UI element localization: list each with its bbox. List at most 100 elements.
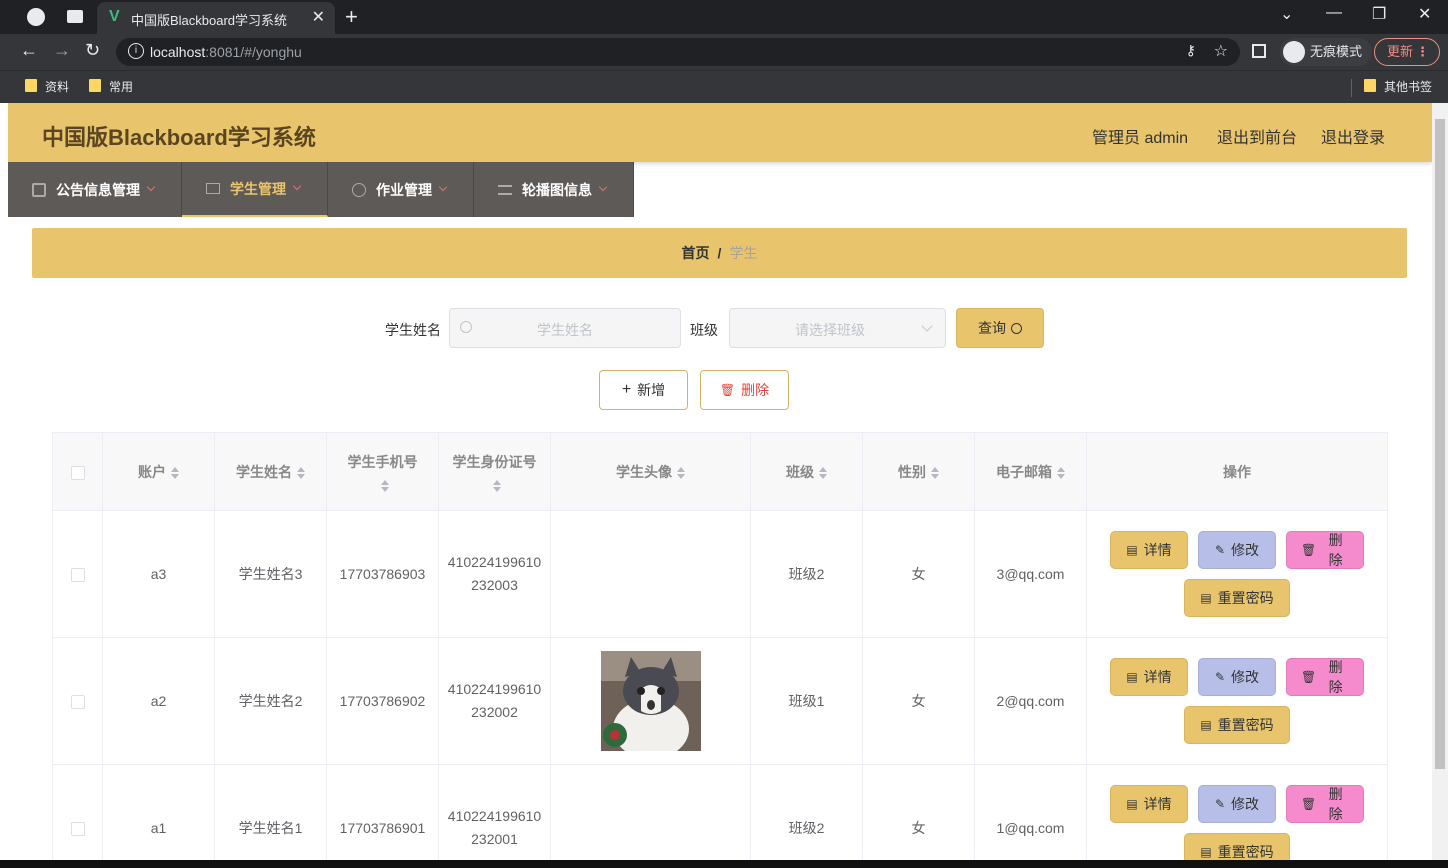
tab-search-icon[interactable]: ⌄ xyxy=(1280,4,1293,24)
side-panel-icon[interactable] xyxy=(1252,44,1266,58)
info-icon[interactable]: i xyxy=(128,43,144,59)
reset-password-button[interactable]: ▤ 重置密码 xyxy=(1184,833,1290,860)
sort-icon[interactable] xyxy=(931,466,939,479)
sort-icon[interactable] xyxy=(819,466,827,479)
row-checkbox[interactable] xyxy=(70,822,85,837)
logout-link[interactable]: 退出登录 xyxy=(1321,124,1385,148)
column-header[interactable]: 学生身份证号 xyxy=(438,432,551,511)
remove-button[interactable]: 🗑 删除 xyxy=(1286,785,1364,823)
incognito-indicator[interactable]: 无痕模式 xyxy=(1280,38,1373,66)
sort-icon[interactable] xyxy=(1057,466,1065,479)
scrollbar-thumb[interactable] xyxy=(1435,119,1445,769)
detail-button[interactable]: ▤ 详情 xyxy=(1110,658,1188,696)
remove-button[interactable]: 🗑 删除 xyxy=(1286,531,1364,569)
class-cell: 班级2 xyxy=(750,510,863,638)
breadcrumb: 首页 / 学生 xyxy=(32,228,1407,278)
key-icon[interactable]: ⚷ xyxy=(1186,42,1196,59)
breadcrumb-home[interactable]: 首页 xyxy=(682,245,710,261)
globe-icon[interactable] xyxy=(27,8,45,26)
folder-icon xyxy=(89,79,101,92)
page-scrollbar[interactable] xyxy=(1432,103,1448,860)
column-header[interactable]: 学生手机号 xyxy=(326,432,439,511)
email-cell: 1@qq.com xyxy=(974,764,1087,860)
search-icon xyxy=(1011,322,1022,334)
avatar-cell xyxy=(550,510,751,638)
admin-label: 管理员 admin xyxy=(1092,130,1189,147)
table-row: a3 学生姓名3 17703786903 410224199610232003 … xyxy=(52,510,1388,638)
breadcrumb-current: 学生 xyxy=(729,245,758,261)
student-avatar-image[interactable] xyxy=(600,651,701,751)
gender-cell: 女 xyxy=(862,764,975,860)
app-page: 中国版Blackboard学习系统 管理员 admin 退出到前台 退出登录 公… xyxy=(8,103,1432,860)
menu-item-carousel[interactable]: 轮播图信息 xyxy=(474,162,634,217)
document-icon: ▤ xyxy=(1126,543,1138,557)
detail-button[interactable]: ▤ 详情 xyxy=(1110,531,1188,569)
name-cell: 学生姓名3 xyxy=(214,510,327,638)
chevron-down-icon xyxy=(921,320,933,332)
chevron-down-icon xyxy=(146,182,156,191)
search-icon xyxy=(460,321,472,333)
close-window-icon[interactable]: ✕ xyxy=(1418,4,1431,24)
column-header[interactable]: 账户 xyxy=(102,432,215,511)
add-button[interactable]: + 新增 xyxy=(599,370,688,410)
select-all-checkbox[interactable] xyxy=(70,465,85,480)
reset-password-button[interactable]: ▤ 重置密码 xyxy=(1184,706,1290,744)
restore-icon[interactable]: ❐ xyxy=(1372,4,1386,24)
bookmark-folder[interactable]: 常用 xyxy=(89,78,133,95)
page-icon[interactable] xyxy=(67,10,83,23)
ops-cell: ▤ 详情 ✎ 修改 🗑 删除 ▤ 重置密码 xyxy=(1086,637,1388,765)
query-button[interactable]: 查询 xyxy=(956,308,1044,348)
main-content: 学生姓名 学生姓名 班级 请选择班级 查询 + 新增 🗑 删除 账户 学生姓名 … xyxy=(32,288,1407,860)
name-search-input[interactable]: 学生姓名 xyxy=(449,308,681,348)
remove-button[interactable]: 🗑 删除 xyxy=(1286,658,1364,696)
document-icon: ▤ xyxy=(1200,845,1212,859)
more-icon[interactable]: ⋮ xyxy=(1416,39,1429,65)
sort-icon[interactable] xyxy=(381,479,389,492)
star-icon[interactable]: ☆ xyxy=(1214,41,1228,61)
back-icon[interactable]: ← xyxy=(20,40,38,61)
edit-button[interactable]: ✎ 修改 xyxy=(1198,531,1276,569)
sort-icon[interactable] xyxy=(493,479,501,492)
delete-button[interactable]: 🗑 删除 xyxy=(700,370,789,410)
edit-button[interactable]: ✎ 修改 xyxy=(1198,785,1276,823)
minimize-icon[interactable]: — xyxy=(1326,4,1342,22)
menu-item-homework[interactable]: 作业管理 xyxy=(328,162,474,217)
tab-title: 中国版Blackboard学习系统 xyxy=(131,13,288,28)
menu-item-students[interactable]: 学生管理 xyxy=(182,162,328,217)
edit-button[interactable]: ✎ 修改 xyxy=(1198,658,1276,696)
clipboard-icon xyxy=(32,182,46,197)
column-header[interactable]: 班级 xyxy=(750,432,863,511)
column-header[interactable]: 学生姓名 xyxy=(214,432,327,511)
folder-icon xyxy=(1364,79,1376,92)
sort-icon[interactable] xyxy=(171,466,179,479)
class-label: 班级 xyxy=(690,322,718,338)
column-header[interactable]: 性别 xyxy=(862,432,975,511)
table-row: a2 学生姓名2 17703786902 410224199610232002 xyxy=(52,637,1388,765)
class-select[interactable]: 请选择班级 xyxy=(729,308,946,348)
sort-icon[interactable] xyxy=(677,466,685,479)
column-header[interactable]: 电子邮箱 xyxy=(974,432,1087,511)
add-label: 新增 xyxy=(637,382,666,398)
trash-icon: 🗑 xyxy=(1301,797,1317,811)
row-checkbox[interactable] xyxy=(70,568,85,583)
update-button[interactable]: 更新 ⋮ xyxy=(1374,38,1440,66)
gender-cell: 女 xyxy=(862,510,975,638)
other-bookmarks[interactable]: 其他书签 xyxy=(1364,78,1432,95)
row-checkbox[interactable] xyxy=(70,695,85,710)
column-header[interactable]: 学生头像 xyxy=(550,432,751,511)
sort-icon[interactable] xyxy=(297,466,305,479)
new-tab-icon[interactable]: + xyxy=(345,4,358,30)
detail-button[interactable]: ▤ 详情 xyxy=(1110,785,1188,823)
forward-icon[interactable]: → xyxy=(53,40,71,61)
address-bar[interactable]: i localhost:8081/#/yonghu ⚷ ☆ xyxy=(116,38,1240,66)
close-tab-icon[interactable]: ✕ xyxy=(312,7,325,27)
class-placeholder: 请选择班级 xyxy=(795,322,865,338)
bookmark-folder[interactable]: 资料 xyxy=(25,78,69,95)
menu-item-notice[interactable]: 公告信息管理 xyxy=(8,162,182,217)
back-to-front-link[interactable]: 退出到前台 xyxy=(1217,124,1297,148)
phone-cell: 17703786901 xyxy=(326,764,439,860)
row-select-cell xyxy=(52,637,103,765)
reload-icon[interactable]: ↻ xyxy=(85,40,100,61)
active-tab[interactable]: V 中国版Blackboard学习系统 ✕ xyxy=(97,2,335,34)
reset-password-button[interactable]: ▤ 重置密码 xyxy=(1184,579,1290,617)
